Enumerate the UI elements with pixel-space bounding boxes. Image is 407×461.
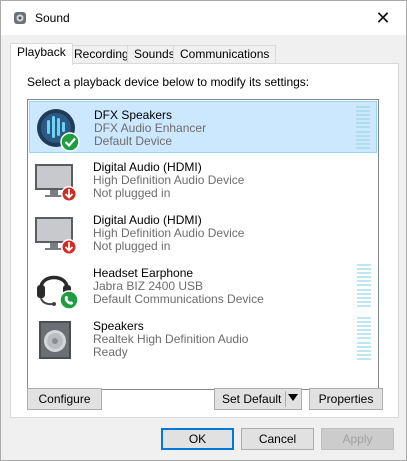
dfx-speakers-icon (37, 109, 80, 152)
tab-playback[interactable]: Playback (10, 43, 73, 65)
device-status: Ready (93, 345, 128, 359)
set-default-label: Set Default (222, 392, 282, 406)
split-divider (285, 391, 286, 407)
monitor-icon (35, 164, 77, 202)
device-subtitle: High Definition Audio Device (93, 173, 245, 187)
device-name: Digital Audio (HDMI) (93, 160, 202, 174)
device-name: Speakers (93, 319, 144, 333)
window-title: Sound (35, 11, 70, 25)
device-subtitle: High Definition Audio Device (93, 226, 245, 240)
set-default-button[interactable]: Set Default (214, 388, 302, 410)
tab-communications[interactable]: Communications (173, 45, 277, 64)
ok-label: OK (188, 432, 207, 446)
title-bar: Sound ✕ (1, 1, 406, 35)
level-meter (356, 106, 370, 149)
down-arrow-badge-icon (61, 239, 77, 255)
device-name: DFX Speakers (94, 108, 173, 122)
apply-label: Apply (342, 432, 373, 446)
cancel-button[interactable]: Cancel (241, 428, 314, 450)
device-status: Default Device (94, 134, 173, 148)
device-status: Not plugged in (93, 186, 171, 200)
chevron-down-icon[interactable] (288, 394, 298, 401)
properties-label: Properties (318, 392, 374, 406)
close-button[interactable]: ✕ (360, 1, 406, 35)
close-icon: ✕ (375, 7, 391, 28)
apply-button[interactable]: Apply (321, 428, 394, 450)
monitor-icon (35, 217, 77, 255)
device-status: Not plugged in (93, 239, 171, 253)
properties-button[interactable]: Properties (309, 388, 383, 410)
device-item[interactable]: Speakers Realtek High Definition Audio R… (29, 313, 377, 365)
instruction-text: Select a playback device below to modify… (27, 75, 310, 89)
device-name: Headset Earphone (93, 266, 194, 280)
device-item[interactable]: Headset Earphone Jabra BIZ 2400 USB Defa… (29, 260, 377, 312)
configure-button[interactable]: Configure (27, 388, 102, 410)
device-name: Digital Audio (HDMI) (93, 213, 202, 227)
device-item[interactable]: DFX Speakers DFX Audio Enhancer Default … (29, 101, 377, 153)
device-item[interactable]: Digital Audio (HDMI) High Definition Aud… (29, 207, 377, 259)
device-item[interactable]: Digital Audio (HDMI) High Definition Aud… (29, 154, 377, 206)
playback-panel: Select a playback device below to modify… (10, 63, 399, 418)
device-subtitle: DFX Audio Enhancer (94, 121, 207, 135)
ok-button[interactable]: OK (161, 428, 234, 450)
speaker-app-icon (14, 12, 26, 24)
speaker-icon (39, 321, 71, 359)
configure-label: Configure (38, 392, 91, 406)
sound-dialog: Sound ✕ Playback Recording Sounds Commun… (0, 0, 407, 461)
device-subtitle: Realtek High Definition Audio (93, 332, 249, 346)
level-meter (357, 317, 371, 360)
headset-icon (37, 275, 79, 310)
device-subtitle: Jabra BIZ 2400 USB (93, 279, 204, 293)
phone-badge-icon (59, 290, 79, 310)
level-meter (357, 264, 371, 307)
device-list[interactable]: DFX Speakers DFX Audio Enhancer Default … (27, 99, 379, 390)
device-status: Default Communications Device (93, 292, 264, 306)
down-arrow-badge-icon (61, 186, 77, 202)
tab-recording[interactable]: Recording (67, 45, 136, 64)
cancel-label: Cancel (258, 432, 297, 446)
check-badge-icon (60, 132, 80, 152)
